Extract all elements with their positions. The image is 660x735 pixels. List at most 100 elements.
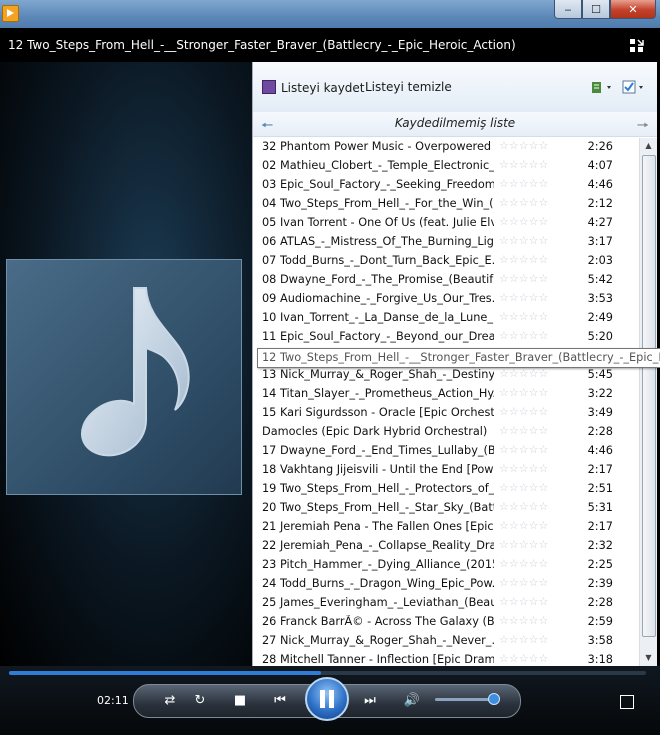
volume-slider-knob[interactable] — [487, 693, 500, 705]
track-title: 08 Dwayne_Ford_-_The_Promise_(Beautifu..… — [262, 273, 494, 286]
playlist-row[interactable]: 14 Titan_Slayer_-_Prometheus_Action_Hy..… — [253, 385, 639, 404]
pause-button[interactable] — [305, 677, 349, 721]
scroll-down-icon[interactable]: ▼ — [640, 650, 657, 666]
track-duration: 5:31 — [587, 501, 613, 514]
rating-stars-icon[interactable]: ☆☆☆☆☆ — [499, 215, 548, 228]
rating-stars-icon[interactable]: ☆☆☆☆☆ — [499, 500, 548, 513]
rating-stars-icon[interactable]: ☆☆☆☆☆ — [499, 310, 548, 323]
seek-bar[interactable] — [9, 671, 646, 675]
playlist-row[interactable]: 19 Two_Steps_From_Hell_-_Protectors_of_.… — [253, 480, 639, 499]
window-title-bar: ‒ ☐ ✕ — [0, 0, 660, 28]
playlist-row[interactable]: 08 Dwayne_Ford_-_The_Promise_(Beautifu..… — [253, 271, 639, 290]
playlist-row[interactable]: 22 Jeremiah_Pena_-_Collapse_Reality_Dra.… — [253, 537, 639, 556]
save-list-button[interactable]: Listeyi kaydet — [262, 80, 365, 95]
playlist-scrollbar[interactable]: ▲ ▼ — [639, 138, 657, 666]
rating-stars-icon[interactable]: ☆☆☆☆☆ — [499, 291, 548, 304]
fullscreen-icon[interactable] — [620, 695, 634, 709]
rating-stars-icon[interactable]: ☆☆☆☆☆ — [499, 481, 548, 494]
repeat-icon[interactable]: ↻ — [190, 692, 210, 710]
playlist-row[interactable]: 07 Todd_Burns_-_Dont_Turn_Back_Epic_E...… — [253, 252, 639, 271]
next-list-arrow-icon[interactable]: 🠖 — [637, 115, 649, 139]
next-track-icon[interactable]: ⏭ — [356, 692, 384, 710]
track-duration: 3:17 — [587, 235, 613, 248]
volume-icon[interactable]: 🔊 — [402, 692, 422, 710]
minimize-button[interactable]: ‒ — [554, 0, 582, 19]
switch-to-library-icon[interactable] — [629, 38, 645, 54]
playlist-row[interactable]: 27 Nick_Murray_&_Roger_Shah_-_Never_... ☆… — [253, 632, 639, 651]
list-options-icon[interactable] — [589, 79, 615, 95]
playlist-row[interactable]: 06 ATLAS_-_Mistress_Of_The_Burning_Lig..… — [253, 233, 639, 252]
rating-stars-icon[interactable]: ☆☆☆☆☆ — [499, 595, 548, 608]
playlist-options-icon[interactable] — [621, 79, 647, 95]
playlist-row[interactable]: 15 Kari Sigurdsson - Oracle [Epic Orches… — [253, 404, 639, 423]
track-duration: 2:26 — [587, 140, 613, 153]
track-duration: 5:45 — [587, 368, 613, 381]
maximize-button[interactable]: ☐ — [582, 0, 610, 19]
track-duration: 2:49 — [587, 311, 613, 324]
playlist-row[interactable]: 20 Two_Steps_From_Hell_-_Star_Sky_(Battl… — [253, 499, 639, 518]
rating-stars-icon[interactable]: ☆☆☆☆☆ — [499, 196, 548, 209]
playlist-row[interactable]: 23 Pitch_Hammer_-_Dying_Alliance_(2015..… — [253, 556, 639, 575]
playlist-row[interactable]: 26 Franck BarrÃ© - Across The Galaxy (Bu… — [253, 613, 639, 632]
track-duration: 2:51 — [587, 482, 613, 495]
shuffle-icon[interactable]: ⇄ — [160, 692, 180, 710]
playlist-row[interactable]: 09 Audiomachine_-_Forgive_Us_Our_Tres...… — [253, 290, 639, 309]
rating-stars-icon[interactable]: ☆☆☆☆☆ — [499, 158, 548, 171]
close-button[interactable]: ✕ — [610, 0, 656, 19]
playlist-row[interactable]: 11 Epic_Soul_Factory_-_Beyond_our_Drea..… — [253, 328, 639, 347]
rating-stars-icon[interactable]: ☆☆☆☆☆ — [499, 177, 548, 190]
playlist-row[interactable]: 04 Two_Steps_From_Hell_-_For_the_Win_(..… — [253, 195, 639, 214]
previous-track-icon[interactable]: ⏮ — [266, 692, 294, 710]
track-duration: 3:22 — [587, 387, 613, 400]
track-title: 14 Titan_Slayer_-_Prometheus_Action_Hy..… — [262, 387, 494, 400]
playlist-row[interactable]: 02 Mathieu_Clobert_-_Temple_Electronic_.… — [253, 157, 639, 176]
playlist-row[interactable]: Damocles (Epic Dark Hybrid Orchestral) ☆☆… — [253, 423, 639, 442]
playlist-row[interactable]: 28 Mitchell Tanner - Inflection [Epic Dr… — [253, 651, 639, 666]
rating-stars-icon[interactable]: ☆☆☆☆☆ — [499, 367, 548, 380]
playlist-row[interactable]: 17 Dwayne_Ford_-_End_Times_Lullaby_(B...… — [253, 442, 639, 461]
rating-stars-icon[interactable]: ☆☆☆☆☆ — [499, 234, 548, 247]
seek-bar-progress — [9, 671, 322, 675]
rating-stars-icon[interactable]: ☆☆☆☆☆ — [499, 329, 548, 342]
track-duration: 3:49 — [587, 406, 613, 419]
rating-stars-icon[interactable]: ☆☆☆☆☆ — [499, 386, 548, 399]
rating-stars-icon[interactable]: ☆☆☆☆☆ — [499, 424, 548, 437]
track-title: 02 Mathieu_Clobert_-_Temple_Electronic_.… — [262, 159, 494, 172]
playlist-row[interactable]: 18 Vakhtang Jijeisvili - Until the End [… — [253, 461, 639, 480]
playlist-row[interactable]: 03 Epic_Soul_Factory_-_Seeking_Freedom_.… — [253, 176, 639, 195]
elapsed-time: 02:11 — [97, 694, 129, 707]
clear-list-button[interactable]: Listeyi temizle — [365, 80, 452, 94]
track-duration: 2:28 — [587, 425, 613, 438]
playlist-items: 32 Phantom Power Music - Overpowered ...… — [253, 138, 639, 666]
rating-stars-icon[interactable]: ☆☆☆☆☆ — [499, 652, 548, 665]
playlist-row[interactable]: 10 Ivan_Torrent_-_La_Danse_de_la_Lune_(.… — [253, 309, 639, 328]
rating-stars-icon[interactable]: ☆☆☆☆☆ — [499, 519, 548, 532]
rating-stars-icon[interactable]: ☆☆☆☆☆ — [499, 557, 548, 570]
rating-stars-icon[interactable]: ☆☆☆☆☆ — [499, 139, 548, 152]
rating-stars-icon[interactable]: ☆☆☆☆☆ — [499, 576, 548, 589]
track-title: 26 Franck BarrÃ© - Across The Galaxy (Bu… — [262, 615, 494, 628]
track-title: 05 Ivan Torrent - One Of Us (feat. Julie… — [262, 216, 494, 229]
rating-stars-icon[interactable]: ☆☆☆☆☆ — [499, 633, 548, 646]
rating-stars-icon[interactable]: ☆☆☆☆☆ — [499, 443, 548, 456]
track-title: 20 Two_Steps_From_Hell_-_Star_Sky_(Battl… — [262, 501, 494, 514]
playlist-row[interactable]: 24 Todd_Burns_-_Dragon_Wing_Epic_Pow... ☆… — [253, 575, 639, 594]
track-title: 28 Mitchell Tanner - Inflection [Epic Dr… — [262, 653, 494, 666]
rating-stars-icon[interactable]: ☆☆☆☆☆ — [499, 462, 548, 475]
rating-stars-icon[interactable]: ☆☆☆☆☆ — [499, 253, 548, 266]
scrollbar-thumb[interactable] — [642, 155, 656, 637]
playlist-row[interactable]: 05 Ivan Torrent - One Of Us (feat. Julie… — [253, 214, 639, 233]
track-duration: 4:07 — [587, 159, 613, 172]
playlist-row[interactable]: 21 Jeremiah Pena - The Fallen Ones [Epic… — [253, 518, 639, 537]
rating-stars-icon[interactable]: ☆☆☆☆☆ — [499, 272, 548, 285]
playlist-row[interactable]: 13 Nick_Murray_&_Roger_Shah_-_Destiny...… — [253, 366, 639, 385]
rating-stars-icon[interactable]: ☆☆☆☆☆ — [499, 614, 548, 627]
track-duration: 2:59 — [587, 615, 613, 628]
rating-stars-icon[interactable]: ☆☆☆☆☆ — [499, 538, 548, 551]
rating-stars-icon[interactable]: ☆☆☆☆☆ — [499, 405, 548, 418]
scroll-up-icon[interactable]: ▲ — [640, 138, 657, 154]
playlist-row[interactable]: 32 Phantom Power Music - Overpowered ...… — [253, 138, 639, 157]
track-title: Damocles (Epic Dark Hybrid Orchestral) — [262, 425, 488, 438]
stop-icon[interactable]: ■ — [230, 692, 250, 710]
playlist-row[interactable]: 25 James_Everingham_-_Leviathan_(Beaut..… — [253, 594, 639, 613]
